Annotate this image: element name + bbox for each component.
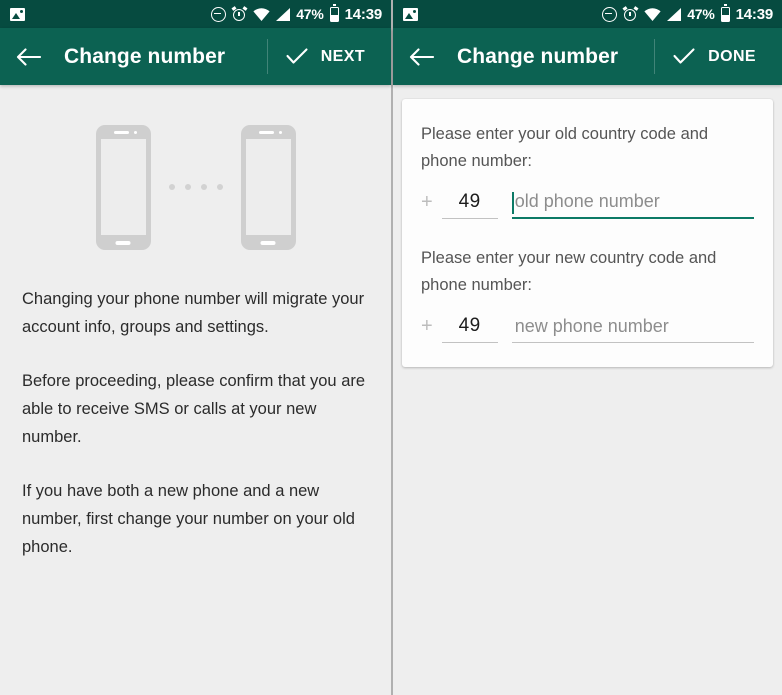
next-button-label: NEXT xyxy=(320,47,365,65)
do-not-disturb-icon xyxy=(211,6,227,22)
do-not-disturb-icon xyxy=(602,6,618,22)
app-bar-right: Change number DONE xyxy=(393,28,782,85)
battery-icon xyxy=(329,4,339,22)
new-phone-number-placeholder: new phone number xyxy=(514,316,669,336)
new-phone-icon xyxy=(240,124,296,250)
plus-sign-icon: + xyxy=(421,191,433,213)
cell-signal-icon xyxy=(667,7,682,21)
back-arrow-icon xyxy=(16,47,41,67)
plus-sign-icon: + xyxy=(421,315,433,337)
page-title: Change number xyxy=(64,44,226,68)
battery-percent-label: 47% xyxy=(687,6,715,22)
old-number-row: + 49 old phone number xyxy=(421,191,754,219)
back-button[interactable] xyxy=(0,28,56,85)
done-button-label: DONE xyxy=(708,47,756,65)
status-bar-left: 47% 14:39 xyxy=(0,0,391,28)
info-paragraph: Changing your phone number will migrate … xyxy=(22,290,365,336)
app-bar-left: Change number NEXT xyxy=(0,28,391,85)
check-icon xyxy=(673,48,695,65)
text-cursor xyxy=(511,192,514,214)
status-bar-notifications xyxy=(10,7,211,21)
new-number-label: Please enter your new country code and p… xyxy=(421,249,717,294)
phone-migration-illustration xyxy=(0,107,391,267)
status-bar-system-icons: 47% 14:39 xyxy=(211,4,383,23)
status-bar-system-icons: 47% 14:39 xyxy=(602,4,774,23)
new-phone-number-input[interactable]: new phone number xyxy=(511,316,754,343)
battery-percent-label: 47% xyxy=(296,6,324,22)
back-button[interactable] xyxy=(393,28,449,85)
old-country-code-value: 49 xyxy=(458,191,481,212)
photo-icon xyxy=(10,7,25,21)
old-phone-icon xyxy=(95,124,151,250)
clock-label: 14:39 xyxy=(735,5,774,23)
info-paragraph: If you have both a new phone and a new n… xyxy=(22,482,355,556)
app-bar-separator xyxy=(654,39,656,74)
status-bar-right: 47% 14:39 xyxy=(393,0,782,28)
alarm-icon xyxy=(622,5,639,22)
new-number-row: + 49 new phone number xyxy=(421,315,754,343)
new-country-code-value: 49 xyxy=(458,315,481,336)
cell-signal-icon xyxy=(276,7,291,21)
done-button[interactable]: DONE xyxy=(673,48,782,66)
left-screen: 47% 14:39 Change number NEXT Changing yo… xyxy=(0,0,391,695)
transfer-dots-icon xyxy=(151,184,241,190)
old-number-label: Please enter your old country code and p… xyxy=(421,125,709,170)
app-bar-separator xyxy=(266,39,268,74)
new-country-code-input[interactable]: 49 xyxy=(441,315,498,343)
clock-label: 14:39 xyxy=(344,5,383,23)
phone-number-form-card: Please enter your old country code and p… xyxy=(402,99,773,367)
right-screen: 47% 14:39 Change number DONE Please ente… xyxy=(391,0,782,695)
next-button[interactable]: NEXT xyxy=(286,48,391,66)
back-arrow-icon xyxy=(409,47,434,67)
dual-screen-comparison: 47% 14:39 Change number NEXT Changing yo… xyxy=(0,0,782,695)
wifi-icon xyxy=(644,7,661,21)
old-phone-number-placeholder: old phone number xyxy=(514,191,660,211)
info-paragraph: Before proceeding, please confirm that y… xyxy=(22,372,366,446)
check-icon xyxy=(286,48,308,65)
status-bar-notifications xyxy=(403,7,602,21)
page-title: Change number xyxy=(457,44,619,68)
wifi-icon xyxy=(253,7,270,21)
old-country-code-input[interactable]: 49 xyxy=(441,191,498,219)
old-phone-number-input[interactable]: old phone number xyxy=(511,191,754,219)
alarm-icon xyxy=(231,5,248,22)
right-content: Please enter your old country code and p… xyxy=(393,85,782,695)
left-content: Changing your phone number will migrate … xyxy=(0,85,391,695)
photo-icon xyxy=(403,7,418,21)
info-paragraphs: Changing your phone number will migrate … xyxy=(0,267,391,561)
battery-icon xyxy=(720,4,730,22)
